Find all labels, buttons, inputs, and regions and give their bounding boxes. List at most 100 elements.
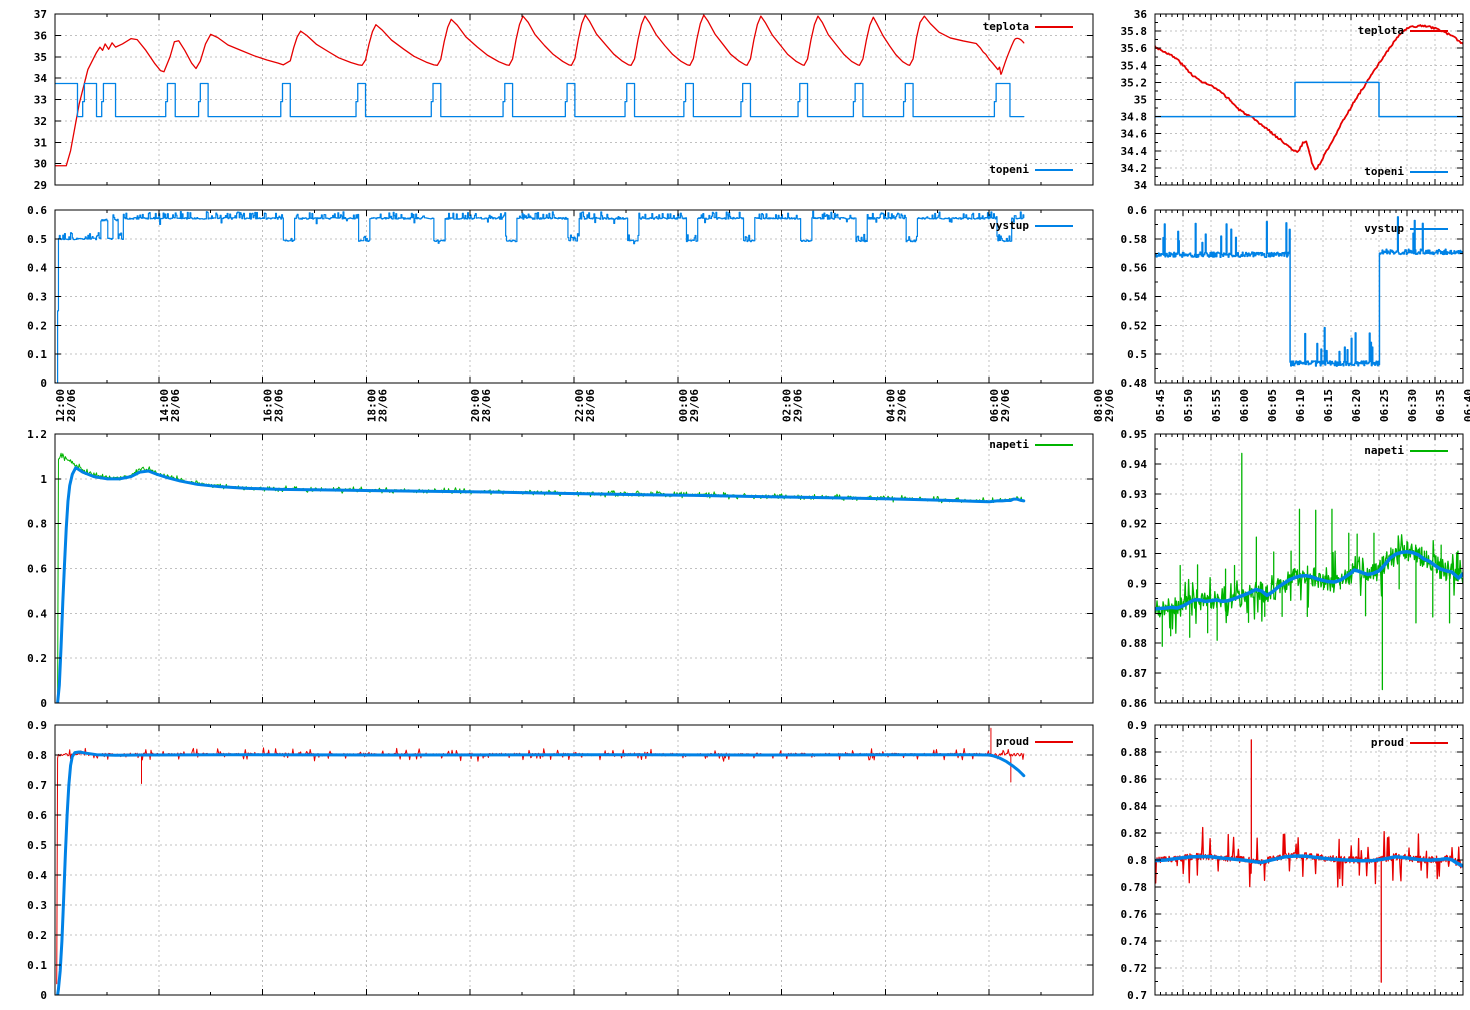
svg-text:0.89: 0.89 [1121, 607, 1148, 620]
svg-text:0.9: 0.9 [27, 719, 47, 732]
svg-text:34.8: 34.8 [1121, 111, 1148, 124]
legend-line-napeti [1035, 444, 1073, 446]
svg-text:0.86: 0.86 [1121, 697, 1148, 710]
svg-text:0.78: 0.78 [1121, 881, 1148, 894]
legend-line-teplota [1410, 30, 1448, 32]
svg-text:0.2: 0.2 [27, 319, 47, 332]
svg-text:0.3: 0.3 [27, 291, 47, 304]
svg-text:0.87: 0.87 [1121, 667, 1148, 680]
svg-text:0.7: 0.7 [1127, 989, 1147, 1002]
legend-label-napeti: napeti [1364, 445, 1404, 457]
svg-text:1.2: 1.2 [27, 428, 47, 441]
svg-text:0.3: 0.3 [27, 899, 47, 912]
svg-text:0.6: 0.6 [1127, 204, 1147, 217]
svg-text:0.54: 0.54 [1121, 291, 1148, 304]
svg-text:04:0029/06: 04:0029/06 [884, 389, 908, 422]
svg-text:0.48: 0.48 [1121, 377, 1148, 390]
legend-line-topeni [1035, 169, 1073, 171]
svg-text:14:0028/06: 14:0028/06 [158, 389, 182, 422]
legend-proud-zoom: proud [1371, 737, 1448, 749]
legend-line-topeni [1410, 171, 1448, 173]
legend-label-teplota: teplota [983, 21, 1029, 33]
svg-text:0: 0 [40, 989, 47, 1002]
svg-text:0.86: 0.86 [1121, 773, 1148, 786]
legend-label-napeti: napeti [989, 439, 1029, 451]
svg-text:36: 36 [1134, 8, 1148, 21]
svg-text:0.82: 0.82 [1121, 827, 1148, 840]
svg-text:0.91: 0.91 [1121, 548, 1148, 561]
svg-text:16:0028/06: 16:0028/06 [262, 389, 286, 422]
svg-text:0.4: 0.4 [27, 869, 47, 882]
svg-text:0.2: 0.2 [27, 652, 47, 665]
svg-text:35.4: 35.4 [1121, 59, 1148, 72]
svg-text:06:20: 06:20 [1350, 389, 1363, 422]
legend-napeti-overview: napeti [989, 439, 1073, 451]
svg-text:22:0028/06: 22:0028/06 [573, 389, 597, 422]
svg-text:0.1: 0.1 [27, 348, 47, 361]
svg-text:0.5: 0.5 [27, 839, 47, 852]
svg-text:35: 35 [1134, 94, 1147, 107]
svg-text:06:25: 06:25 [1378, 389, 1391, 422]
svg-text:31: 31 [34, 136, 48, 149]
svg-text:0.8: 0.8 [27, 749, 47, 762]
legend-line-teplota [1035, 26, 1073, 28]
legend-teplota-zoom: teplota [1358, 25, 1448, 37]
legend-label-proud: proud [1371, 737, 1404, 749]
svg-text:36: 36 [34, 29, 48, 42]
legend-line-proud [1035, 741, 1073, 743]
legend-topeni-zoom: topeni [1364, 166, 1448, 178]
svg-text:34.2: 34.2 [1121, 162, 1148, 175]
legend-vystup-zoom: vystup [1364, 223, 1448, 235]
svg-text:1: 1 [40, 473, 47, 486]
legend-topeni-overview: topeni [989, 164, 1073, 176]
svg-text:0.5: 0.5 [1127, 348, 1147, 361]
svg-text:30: 30 [34, 158, 47, 171]
svg-text:06:0029/06: 06:0029/06 [988, 389, 1012, 422]
svg-text:0.95: 0.95 [1121, 428, 1148, 441]
svg-text:0.4: 0.4 [27, 607, 47, 620]
svg-text:34: 34 [34, 72, 48, 85]
svg-text:05:45: 05:45 [1154, 389, 1167, 422]
legend-line-napeti [1410, 450, 1448, 452]
svg-text:06:30: 06:30 [1406, 389, 1419, 422]
svg-text:0.1: 0.1 [27, 959, 47, 972]
svg-text:0.6: 0.6 [27, 204, 47, 217]
svg-text:06:10: 06:10 [1294, 389, 1307, 422]
legend-line-vystup [1035, 225, 1073, 227]
legend-label-topeni: topeni [989, 164, 1029, 176]
svg-text:06:35: 06:35 [1434, 389, 1447, 422]
svg-text:35: 35 [34, 51, 47, 64]
svg-text:34.4: 34.4 [1121, 145, 1148, 158]
svg-text:0.9: 0.9 [1127, 719, 1147, 732]
legend-label-teplota: teplota [1358, 25, 1404, 37]
svg-text:02:0029/06: 02:0029/06 [781, 389, 805, 422]
svg-text:35.8: 35.8 [1121, 25, 1148, 38]
svg-text:0.94: 0.94 [1121, 458, 1148, 471]
svg-text:34: 34 [1134, 179, 1148, 192]
svg-text:05:55: 05:55 [1210, 389, 1223, 422]
gnuplot-multiplot-page: 2930313233343536373434.234.434.634.83535… [0, 0, 1470, 1010]
legend-teplota-overview: teplota [983, 21, 1073, 33]
legend-label-vystup: vystup [1364, 223, 1404, 235]
svg-text:06:40: 06:40 [1462, 389, 1470, 422]
svg-text:0.8: 0.8 [1127, 854, 1147, 867]
svg-text:0.74: 0.74 [1121, 935, 1148, 948]
svg-text:06:00: 06:00 [1238, 389, 1251, 422]
svg-text:06:15: 06:15 [1322, 389, 1335, 422]
svg-text:0.6: 0.6 [27, 809, 47, 822]
svg-text:32: 32 [34, 115, 47, 128]
svg-text:35.6: 35.6 [1121, 42, 1148, 55]
svg-text:0.9: 0.9 [1127, 577, 1147, 590]
svg-text:0.58: 0.58 [1121, 233, 1148, 246]
svg-text:33: 33 [34, 94, 47, 107]
svg-text:0.72: 0.72 [1121, 962, 1148, 975]
svg-text:0.84: 0.84 [1121, 800, 1148, 813]
svg-text:0: 0 [40, 377, 47, 390]
svg-text:0.56: 0.56 [1121, 262, 1148, 275]
svg-text:0.4: 0.4 [27, 262, 47, 275]
legend-label-topeni: topeni [1364, 166, 1404, 178]
svg-text:00:0029/06: 00:0029/06 [677, 389, 701, 422]
svg-text:0.8: 0.8 [27, 518, 47, 531]
legend-label-vystup: vystup [989, 220, 1029, 232]
svg-text:0.2: 0.2 [27, 929, 47, 942]
